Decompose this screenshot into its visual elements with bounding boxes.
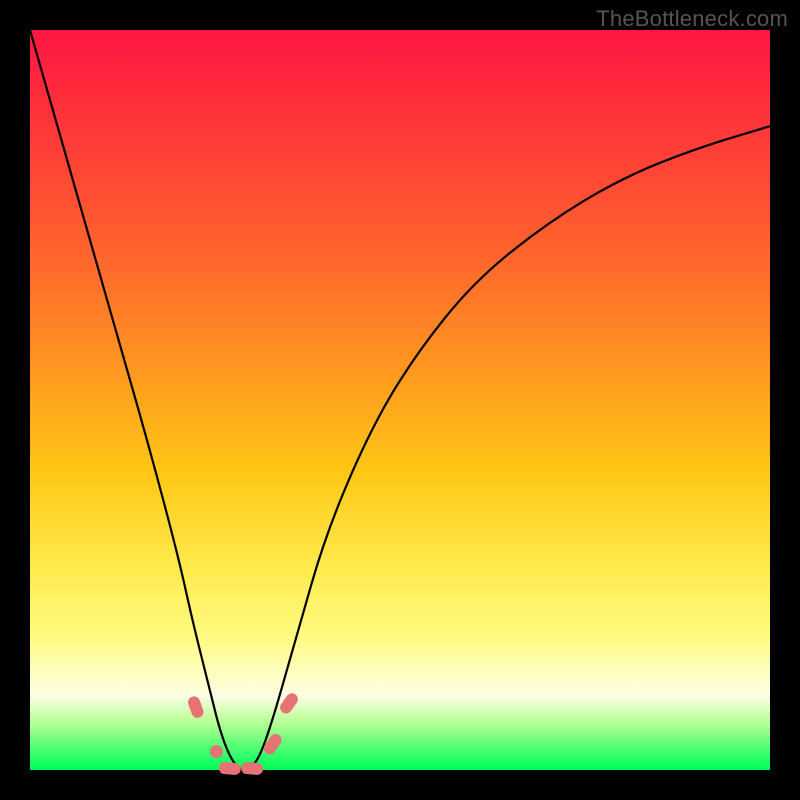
chart-frame: TheBottleneck.com [0, 0, 800, 800]
watermark-text: TheBottleneck.com [596, 6, 788, 32]
curve-marker-pill [241, 762, 264, 776]
curve-marker-pill [186, 695, 205, 720]
curve-marker-dot [210, 745, 223, 758]
curve-svg [30, 30, 770, 770]
bottleneck-curve [30, 30, 770, 770]
plot-area [30, 30, 770, 770]
curve-markers [186, 691, 300, 776]
curve-marker-pill [278, 691, 300, 716]
curve-marker-pill [218, 762, 241, 776]
